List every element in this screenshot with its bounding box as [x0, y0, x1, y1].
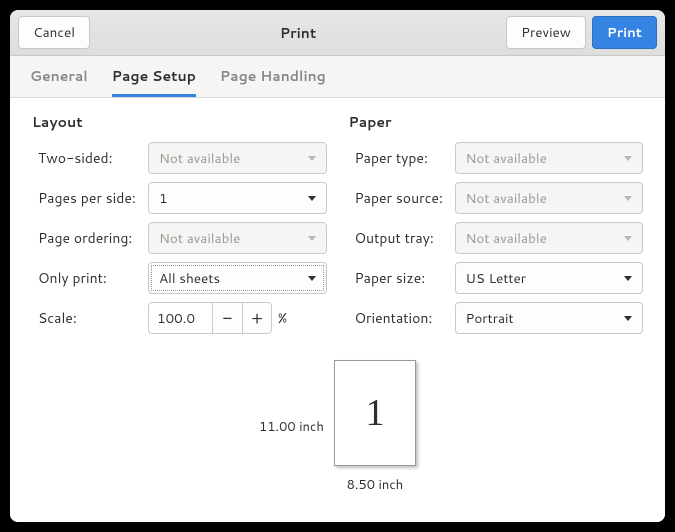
preview-height-label: 11.00 inch — [259, 418, 324, 436]
cancel-button[interactable]: Cancel — [18, 16, 90, 49]
preview-page: 1 — [334, 360, 416, 466]
paper-size-value: US Letter — [466, 269, 527, 288]
dialog-title: Print — [90, 23, 506, 43]
chevron-down-icon — [308, 196, 316, 201]
chevron-down-icon — [624, 196, 632, 201]
tabs: General Page Setup Page Handling — [10, 56, 665, 98]
paper-section: Paper Paper type: Not available Paper so… — [349, 112, 644, 342]
page-preview: 11.00 inch 1 8.50 inch — [32, 360, 643, 494]
chevron-down-icon — [624, 156, 632, 161]
two-sided-label: Two-sided: — [32, 148, 148, 168]
preview-width-label: 8.50 inch — [347, 476, 404, 494]
orientation-label: Orientation: — [349, 308, 455, 328]
scale-input[interactable] — [148, 302, 212, 334]
chevron-down-icon — [624, 236, 632, 241]
print-button[interactable]: Print — [592, 16, 657, 49]
two-sided-value: Not available — [159, 149, 240, 168]
output-tray-select: Not available — [455, 222, 644, 254]
output-tray-value: Not available — [466, 229, 547, 248]
paper-type-select: Not available — [455, 142, 644, 174]
tab-page-setup[interactable]: Page Setup — [112, 66, 196, 97]
chevron-down-icon — [624, 316, 632, 321]
output-tray-label: Output tray: — [349, 228, 455, 248]
tab-general[interactable]: General — [30, 66, 88, 97]
tab-page-handling[interactable]: Page Handling — [220, 66, 326, 97]
paper-size-label: Paper size: — [349, 268, 455, 288]
paper-heading: Paper — [349, 112, 644, 132]
orientation-value: Portrait — [466, 309, 514, 328]
only-print-value: All sheets — [159, 269, 220, 288]
chevron-down-icon — [308, 156, 316, 161]
paper-source-value: Not available — [466, 189, 547, 208]
only-print-select[interactable]: All sheets — [148, 262, 327, 294]
paper-type-value: Not available — [466, 149, 547, 168]
two-sided-select: Not available — [148, 142, 327, 174]
preview-button[interactable]: Preview — [506, 16, 586, 49]
layout-section: Layout Two-sided: Not available Pages pe… — [32, 112, 327, 342]
chevron-down-icon — [308, 236, 316, 241]
paper-type-label: Paper type: — [349, 148, 455, 168]
scale-unit: % — [278, 308, 287, 328]
scale-label: Scale: — [32, 308, 148, 328]
only-print-label: Only print: — [32, 268, 148, 288]
paper-size-select[interactable]: US Letter — [455, 262, 644, 294]
pages-per-side-label: Pages per side: — [32, 188, 148, 208]
orientation-select[interactable]: Portrait — [455, 302, 644, 334]
content-area: Layout Two-sided: Not available Pages pe… — [10, 98, 665, 522]
titlebar: Cancel Print Preview Print — [10, 10, 665, 56]
scale-decrement-button[interactable]: − — [212, 302, 242, 334]
scale-increment-button[interactable]: + — [242, 302, 272, 334]
chevron-down-icon — [308, 276, 316, 281]
page-ordering-value: Not available — [159, 229, 240, 248]
pages-per-side-value: 1 — [159, 189, 168, 208]
page-ordering-select: Not available — [148, 222, 327, 254]
paper-source-select: Not available — [455, 182, 644, 214]
layout-heading: Layout — [32, 112, 327, 132]
page-ordering-label: Page ordering: — [32, 228, 148, 248]
print-dialog: Cancel Print Preview Print General Page … — [10, 10, 665, 522]
pages-per-side-select[interactable]: 1 — [148, 182, 327, 214]
paper-source-label: Paper source: — [349, 188, 455, 208]
chevron-down-icon — [624, 276, 632, 281]
